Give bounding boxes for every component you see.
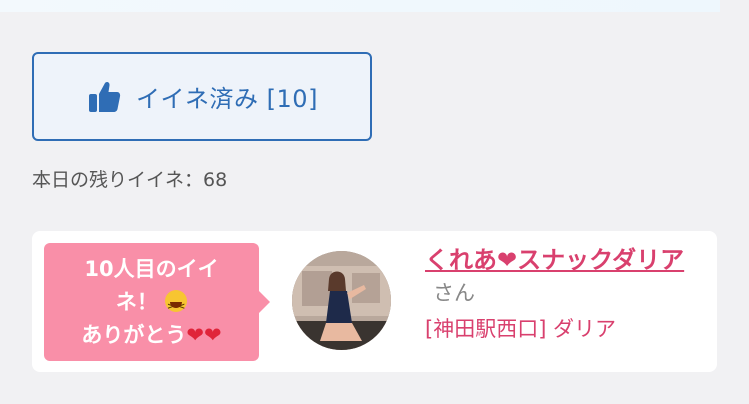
like-button-label: イイネ済み [10] xyxy=(136,85,318,113)
top-strip-edge xyxy=(720,0,749,12)
bubble-line-2-text: ネ！ xyxy=(115,289,158,314)
remaining-likes-text: 本日の残りイイネ：68 xyxy=(32,169,228,191)
heart-icons: ❤❤ xyxy=(186,322,222,347)
like-notice-card: 10人目のイイ ネ！ ありがとう❤❤ くれあ❤スナックダリア さん [神田駅西口… xyxy=(32,231,717,372)
top-strip xyxy=(0,0,720,12)
bubble-line-3-text: ありがとう xyxy=(81,322,187,347)
bubble-line-1: 10人目のイイ xyxy=(84,256,219,281)
bubble-line-2: ネ！ xyxy=(115,286,188,324)
sender-name-link[interactable]: くれあ❤スナックダリア xyxy=(425,246,684,274)
thanks-speech-bubble: 10人目のイイ ネ！ ありがとう❤❤ xyxy=(44,243,270,361)
thumbs-up-icon xyxy=(86,79,122,115)
avatar[interactable] xyxy=(292,251,391,350)
bubble-line-3: ありがとう❤❤ xyxy=(81,319,221,352)
like-button[interactable]: イイネ済み [10] xyxy=(32,52,372,141)
honorific: さん xyxy=(433,281,475,305)
sender-info: くれあ❤スナックダリア さん [神田駅西口] ダリア xyxy=(425,243,695,343)
grinning-squinting-face-icon xyxy=(165,289,188,324)
shop-label: [神田駅西口] ダリア xyxy=(425,317,617,341)
